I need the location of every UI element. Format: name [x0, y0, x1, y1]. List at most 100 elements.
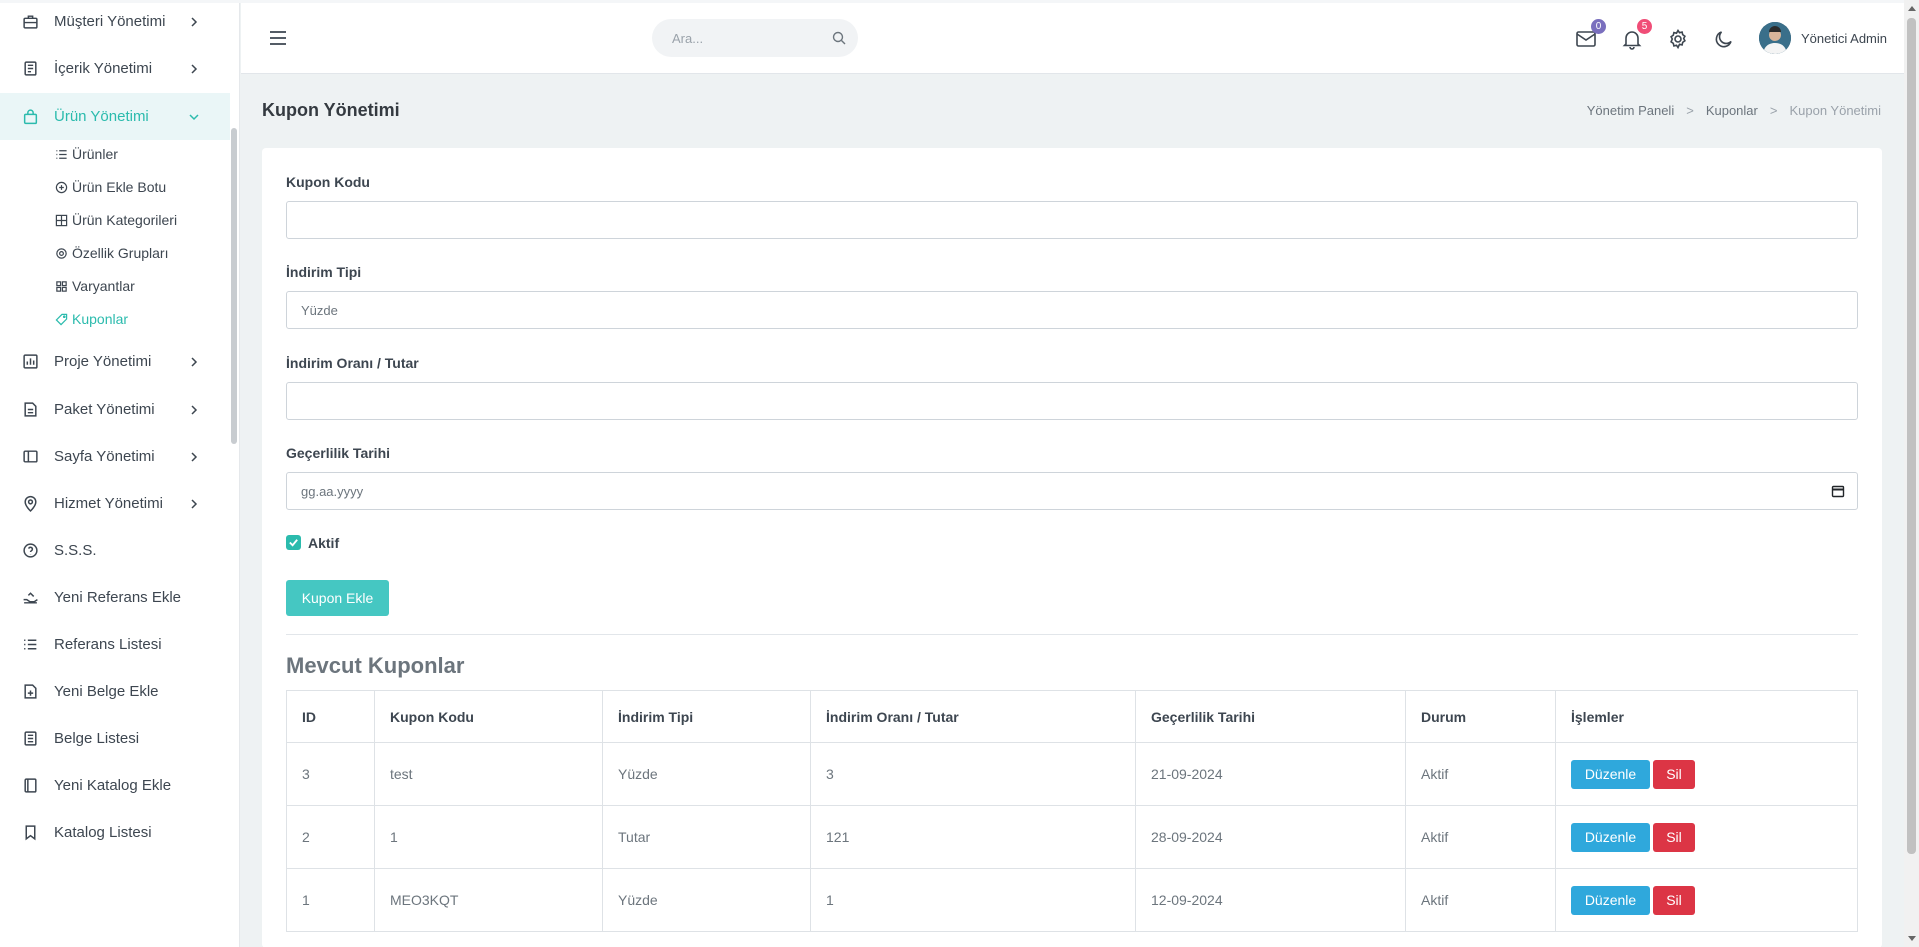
sidebar-item-musteri[interactable]: Müşteri Yönetimi [0, 0, 230, 45]
cell-amount: 3 [810, 742, 1136, 806]
settings-button[interactable] [1667, 28, 1689, 50]
column-header-code: Kupon Kodu [374, 690, 603, 743]
sidebar-item-urun[interactable]: Ürün Yönetimi [0, 93, 230, 140]
scroll-down-arrow-icon[interactable] [1908, 936, 1916, 941]
delete-button[interactable]: Sil [1653, 759, 1695, 789]
layout-sidebar-icon [22, 448, 39, 465]
coupons-table: ID Kupon Kodu İndirim Tipi İndirim Oranı… [286, 690, 1858, 932]
list-icon [22, 636, 39, 653]
breadcrumb-link-panel[interactable]: Yönetim Paneli [1587, 103, 1674, 118]
sidebar-item-yeni-belge[interactable]: Yeni Belge Ekle [0, 668, 230, 715]
moon-icon [1715, 31, 1732, 48]
cell-date: 21-09-2024 [1135, 742, 1406, 806]
sidebar-subitem-ozellik-gruplari[interactable]: Özellik Grupları [55, 241, 168, 265]
document-icon [22, 60, 39, 77]
sidebar-item-hizmet[interactable]: Hizmet Yönetimi [0, 480, 230, 527]
mail-badge: 0 [1591, 19, 1606, 34]
sidebar-item-paket[interactable]: Paket Yönetimi [0, 386, 230, 433]
chevron-right-icon [188, 404, 200, 416]
section-title: Mevcut Kuponlar [286, 653, 465, 678]
gear-icon [55, 247, 68, 260]
sidebar-item-yeni-katalog[interactable]: Yeni Katalog Ekle [0, 762, 230, 809]
search-icon[interactable] [832, 31, 846, 45]
discount-type-select[interactable]: Yüzde [286, 291, 1858, 329]
search-input[interactable] [652, 19, 858, 57]
sidebar-item-icerik[interactable]: İçerik Yönetimi [0, 45, 230, 92]
edit-button[interactable]: Düzenle [1571, 885, 1650, 915]
cell-id: 2 [286, 805, 375, 869]
coupon-code-input[interactable] [286, 201, 1858, 239]
question-circle-icon [22, 542, 39, 559]
scrollbar-thumb[interactable] [1907, 18, 1916, 854]
chevron-right-icon [188, 16, 200, 28]
sidebar-item-katalog-listesi[interactable]: Katalog Listesi [0, 809, 230, 856]
sidebar-item-referans-listesi[interactable]: Referans Listesi [0, 621, 230, 668]
edit-button[interactable]: Düzenle [1571, 822, 1650, 852]
sidebar-subitem-urun-kategorileri[interactable]: Ürün Kategorileri [55, 208, 177, 232]
page-scrollbar[interactable] [1904, 0, 1919, 947]
expiry-date-input[interactable]: gg.aa.yyyy [286, 472, 1858, 510]
mail-button[interactable]: 0 [1575, 19, 1606, 50]
dark-mode-toggle[interactable] [1713, 28, 1735, 50]
sidebar: Müşteri Yönetimi İçerik Yönetimi Ürün Yö… [0, 0, 240, 947]
discount-amount-input[interactable] [286, 382, 1858, 420]
chevron-right-icon [188, 498, 200, 510]
delete-button[interactable]: Sil [1653, 822, 1695, 852]
active-checkbox[interactable] [286, 535, 301, 550]
shopping-bag-icon [22, 108, 39, 125]
edit-button[interactable]: Düzenle [1571, 759, 1650, 789]
grid-icon [55, 214, 68, 227]
page-title: Kupon Yönetimi [262, 100, 400, 120]
cell-type: Yüzde [602, 868, 811, 932]
active-label[interactable]: Aktif [308, 535, 339, 551]
sidebar-subitem-urunler[interactable]: Ürünler [55, 142, 118, 166]
sidebar-subitem-urun-ekle-botu[interactable]: Ürün Ekle Botu [55, 175, 166, 199]
document-list-icon [22, 730, 39, 747]
delete-button[interactable]: Sil [1653, 885, 1695, 915]
column-header-amount: İndirim Oranı / Tutar [810, 690, 1136, 743]
column-header-type: İndirim Tipi [602, 690, 811, 743]
file-plus-icon [22, 683, 39, 700]
cell-status: Aktif [1405, 805, 1556, 869]
chevron-right-icon [188, 356, 200, 368]
cell-code: 1 [374, 805, 603, 869]
sidebar-item-yeni-referans[interactable]: Yeni Referans Ekle [0, 574, 230, 621]
plus-circle-icon [55, 181, 68, 194]
add-coupon-button[interactable]: Kupon Ekle [286, 580, 389, 616]
sidebar-item-proje[interactable]: Proje Yönetimi [0, 338, 230, 385]
sidebar-item-belge-listesi[interactable]: Belge Listesi [0, 715, 230, 762]
discount-type-label: İndirim Tipi [286, 264, 362, 280]
chevron-right-icon [188, 451, 200, 463]
cell-amount: 1 [810, 868, 1136, 932]
cell-amount: 121 [810, 805, 1136, 869]
gear-icon [1670, 28, 1686, 50]
sidebar-scrollbar[interactable] [231, 128, 237, 444]
discount-amount-label: İndirim Oranı / Tutar [286, 355, 419, 371]
menu-toggle-icon[interactable] [268, 28, 288, 48]
sidebar-item-sayfa[interactable]: Sayfa Yönetimi [0, 433, 230, 480]
cell-actions: Düzenle Sil [1555, 805, 1858, 869]
table-row: 1 MEO3KQT Yüzde 1 12-09-2024 Aktif Düzen… [286, 868, 1858, 932]
breadcrumb-current: Kupon Yönetimi [1789, 103, 1881, 118]
cell-status: Aktif [1405, 868, 1556, 932]
apps-icon [55, 280, 68, 293]
sidebar-subitem-kuponlar[interactable]: Kuponlar [55, 307, 128, 331]
table-row: 3 test Yüzde 3 21-09-2024 Aktif Düzenle S… [286, 742, 1858, 806]
sidebar-item-sss[interactable]: S.S.S. [0, 527, 230, 574]
notification-badge: 5 [1637, 19, 1652, 34]
column-header-actions: İşlemler [1555, 690, 1858, 743]
date-placeholder: gg.aa.yyyy [301, 483, 364, 499]
cell-type: Yüzde [602, 742, 811, 806]
scroll-up-arrow-icon[interactable] [1908, 6, 1916, 11]
calendar-icon[interactable] [1831, 484, 1845, 498]
table-row: 2 1 Tutar 121 28-09-2024 Aktif Düzenle Si… [286, 805, 1858, 869]
coupon-card: Kupon Kodu İndirim Tipi Yüzde İndirim Or… [262, 148, 1882, 947]
user-name[interactable]: Yönetici Admin [1801, 31, 1887, 46]
column-header-date: Geçerlilik Tarihi [1135, 690, 1406, 743]
briefcase-icon [22, 13, 39, 30]
sidebar-subitem-varyantlar[interactable]: Varyantlar [55, 274, 135, 298]
notifications-button[interactable]: 5 [1621, 19, 1652, 50]
cell-date: 28-09-2024 [1135, 805, 1406, 869]
avatar[interactable] [1759, 22, 1791, 54]
breadcrumb-link-kuponlar[interactable]: Kuponlar [1706, 103, 1758, 118]
